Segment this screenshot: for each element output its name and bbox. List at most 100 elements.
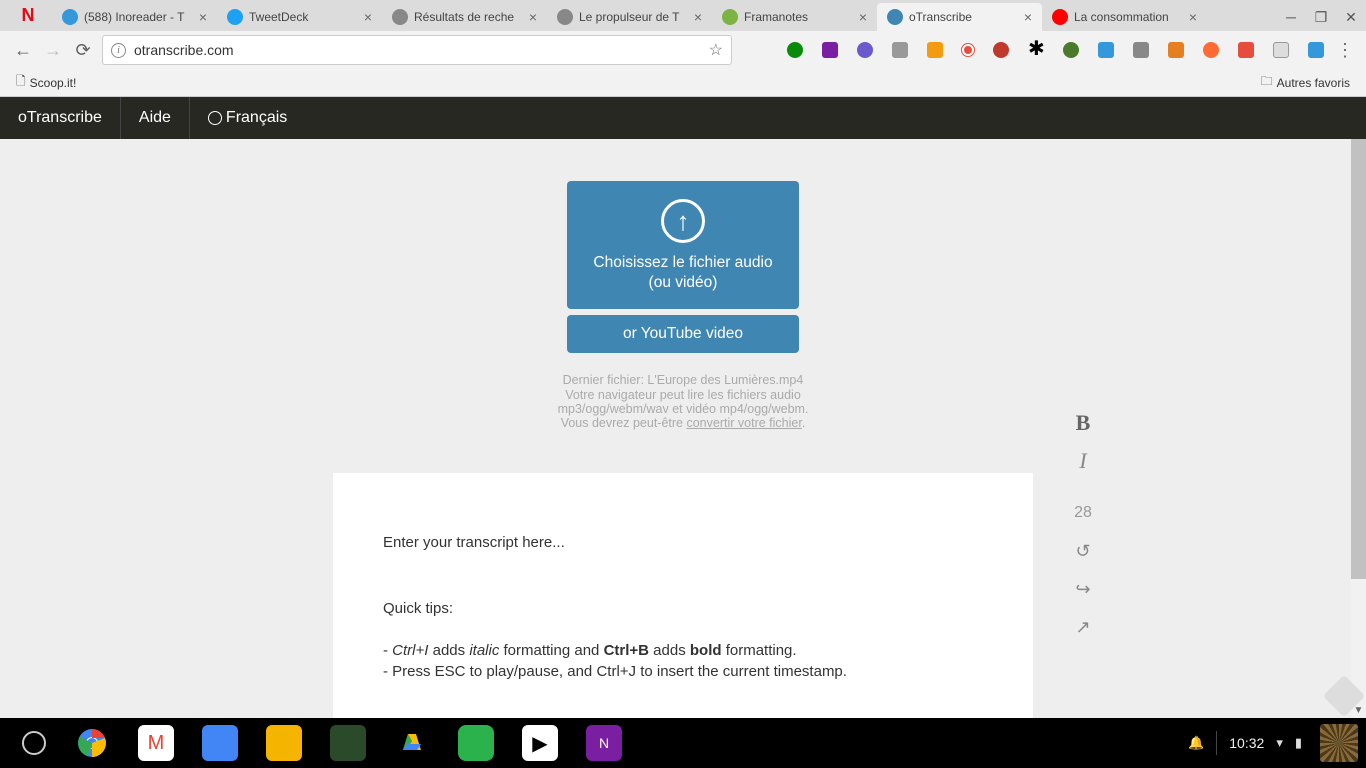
browser-tab[interactable]: TweetDeck × <box>217 3 382 31</box>
gmail-icon[interactable]: M <box>138 725 174 761</box>
tab-close-button[interactable]: × <box>199 9 207 25</box>
ext-icon[interactable] <box>927 42 943 58</box>
ext-icon[interactable] <box>962 44 974 56</box>
ext-icon[interactable] <box>1238 42 1254 58</box>
bold-button[interactable]: B <box>1068 405 1098 441</box>
ext-icon[interactable] <box>1063 42 1079 58</box>
brand-link[interactable]: oTranscribe <box>0 97 121 139</box>
bookmarks-bar: 🗋 Scoop.it! 🗀 Autres favoris <box>0 69 1366 97</box>
app-icon-green[interactable] <box>330 725 366 761</box>
favicon <box>557 9 573 25</box>
ext-icon[interactable] <box>1203 42 1219 58</box>
tab-title: (588) Inoreader - T <box>84 10 193 24</box>
ext-icon[interactable] <box>1308 42 1324 58</box>
back-button[interactable]: ← <box>8 35 38 65</box>
browser-menu-button[interactable]: ⋮ <box>1332 40 1358 61</box>
ext-icon[interactable] <box>1098 42 1114 58</box>
notification-icon[interactable]: 🔔 <box>1188 735 1204 751</box>
browser-tab[interactable]: oTranscribe × <box>877 3 1042 31</box>
favicon <box>227 9 243 25</box>
language-selector[interactable]: Français <box>190 97 305 139</box>
chrome-icon[interactable] <box>74 725 110 761</box>
tab-title: Framanotes <box>744 10 853 24</box>
globe-icon <box>208 111 222 125</box>
reload-button[interactable]: ⟳ <box>68 35 98 65</box>
italic-button[interactable]: I <box>1068 443 1098 479</box>
page-icon: 🗋 <box>16 72 26 93</box>
minimize-button[interactable]: ─ <box>1276 3 1306 31</box>
tab-close-button[interactable]: × <box>364 9 372 25</box>
browser-tab[interactable]: Résultats de reche × <box>382 3 547 31</box>
other-bookmarks[interactable]: 🗀 Autres favoris <box>1255 69 1356 96</box>
ext-icon[interactable] <box>1133 42 1149 58</box>
onenote-icon[interactable]: N <box>586 725 622 761</box>
quick-tip-line: - Ctrl+I adds italic formatting and Ctrl… <box>383 641 983 661</box>
help-link[interactable]: Aide <box>121 97 190 139</box>
bookmark-scoopit[interactable]: 🗋 Scoop.it! <box>10 69 82 96</box>
browser-tab[interactable]: Le propulseur de T× <box>547 3 712 31</box>
ext-icon[interactable]: ✱ <box>1028 42 1044 58</box>
clock[interactable]: 10:32 <box>1229 735 1264 751</box>
wifi-icon[interactable]: ▾ <box>1276 735 1283 751</box>
ext-icon[interactable] <box>1168 42 1184 58</box>
tab-close-button[interactable]: × <box>529 9 537 25</box>
tab-close-button[interactable]: × <box>694 9 702 25</box>
tab-close-button[interactable]: × <box>1024 9 1032 25</box>
quick-tips-heading: Quick tips: <box>383 599 983 619</box>
drive-icon[interactable] <box>394 725 430 761</box>
favicon <box>62 9 78 25</box>
system-tray: 🔔 10:32 ▾ ▮ <box>1188 724 1358 762</box>
last-file-name: L'Europe des Lumières.mp4 <box>647 373 803 387</box>
undo-button[interactable]: ↺ <box>1068 533 1098 569</box>
choose-file-button[interactable]: ↑ Choisissez le fichier audio (ou vidéo) <box>567 181 799 309</box>
extension-icons: ✱ <box>787 42 1324 58</box>
media-thumbnail[interactable] <box>1320 724 1358 762</box>
battery-icon[interactable]: ▮ <box>1295 735 1302 751</box>
browser-tab[interactable]: Framanotes × <box>712 3 877 31</box>
editor-placeholder: Enter your transcript here... <box>383 533 983 553</box>
share-button[interactable]: ↗ <box>1068 609 1098 645</box>
ext-icon[interactable] <box>993 42 1009 58</box>
transcript-editor[interactable]: Enter your transcript here... Quick tips… <box>333 473 1033 718</box>
slides-icon[interactable] <box>266 725 302 761</box>
export-button[interactable]: ↪ <box>1068 571 1098 607</box>
play-store-icon[interactable]: ▶ <box>522 725 558 761</box>
editor-side-tools: B I 28 ↺ ↪ ↗ <box>1068 405 1098 645</box>
bookmark-star-icon[interactable]: ☆ <box>709 40 723 60</box>
favicon <box>1052 9 1068 25</box>
ext-icon[interactable] <box>1273 42 1289 58</box>
scrollbar[interactable]: ▲ ▼ <box>1351 139 1366 718</box>
ext-icon[interactable] <box>822 42 838 58</box>
close-window-button[interactable]: ✕ <box>1336 3 1366 31</box>
address-bar[interactable]: i otranscribe.com ☆ <box>102 35 732 65</box>
format-hint: Votre navigateur peut lire les fichiers … <box>523 388 843 417</box>
tray-separator <box>1216 731 1217 755</box>
tab-close-button[interactable]: × <box>1189 9 1197 25</box>
netflix-pinned-tab[interactable]: N <box>4 0 52 31</box>
tab-title: TweetDeck <box>249 10 358 24</box>
feedly-icon[interactable] <box>458 725 494 761</box>
tab-title: Résultats de reche <box>414 10 523 24</box>
file-hints: Dernier fichier: L'Europe des Lumières.m… <box>523 373 843 431</box>
tab-strip: N (588) Inoreader - T×TweetDeck×Résultat… <box>0 0 1366 31</box>
tab-title: oTranscribe <box>909 10 1018 24</box>
bookmark-label: Autres favoris <box>1277 76 1350 90</box>
browser-tab[interactable]: (588) Inoreader - T × <box>52 3 217 31</box>
format-hint: . <box>802 416 805 430</box>
ext-icon[interactable] <box>787 42 803 58</box>
youtube-button[interactable]: or YouTube video <box>567 315 799 353</box>
convert-file-link[interactable]: convertir votre fichier <box>686 416 801 430</box>
site-info-icon[interactable]: i <box>111 43 126 58</box>
choose-file-label: Choisissez le fichier audio (ou vidéo) <box>581 253 785 293</box>
maximize-button[interactable]: ❐ <box>1306 3 1336 31</box>
ext-icon[interactable] <box>857 42 873 58</box>
last-file-prefix: Dernier fichier: <box>563 373 648 387</box>
browser-tab[interactable]: La consommation× <box>1042 3 1207 31</box>
forward-button[interactable]: → <box>38 35 68 65</box>
docs-icon[interactable] <box>202 725 238 761</box>
tab-close-button[interactable]: × <box>859 9 867 25</box>
scroll-thumb[interactable] <box>1351 139 1366 579</box>
launcher-button[interactable] <box>22 731 46 755</box>
ext-icon[interactable] <box>892 42 908 58</box>
new-tab-button[interactable] <box>1207 3 1247 31</box>
